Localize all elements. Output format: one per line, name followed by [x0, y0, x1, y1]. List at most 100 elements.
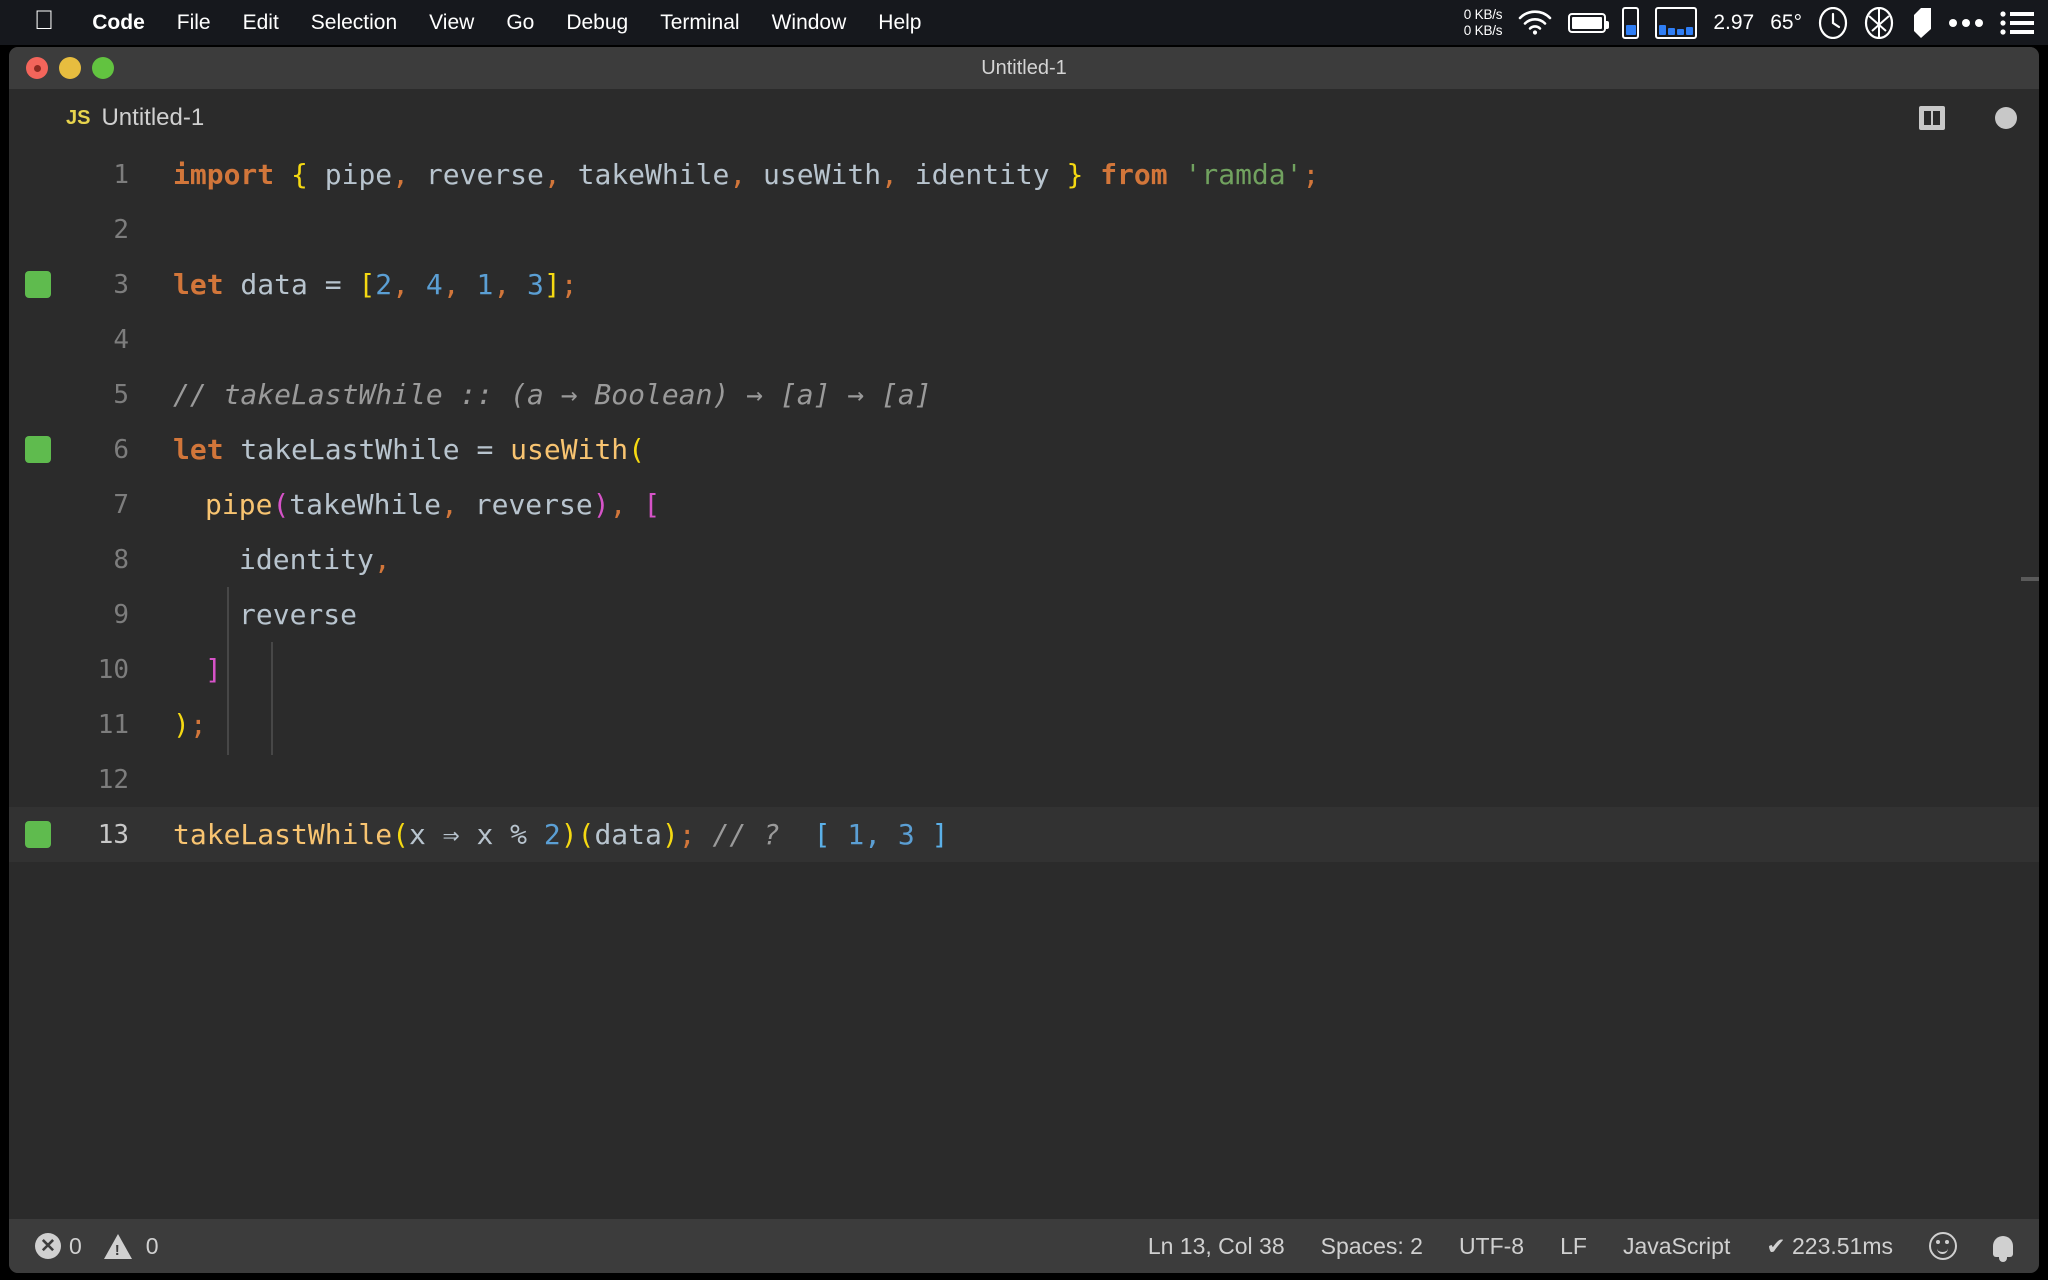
code-line-11[interactable]: 11 );: [9, 697, 2039, 752]
line-number: 12: [97, 764, 129, 795]
code-line-6[interactable]: 6 let takeLastWhile = useWith(: [9, 422, 2039, 477]
line-number: 11: [97, 709, 129, 740]
code-line-1[interactable]: 1 import { pipe, reverse, takeWhile, use…: [9, 147, 2039, 202]
token-identifier: takeWhile: [289, 488, 442, 521]
code-line-5[interactable]: 5 // takeLastWhile :: (a → Boolean) → [a…: [9, 367, 2039, 422]
close-button[interactable]: [26, 57, 48, 79]
status-quokka-runtime[interactable]: ✔ 223.51ms: [1766, 1233, 1893, 1260]
line-content: );: [129, 708, 207, 741]
temperature-value[interactable]: 65°: [1770, 11, 1802, 35]
status-eol[interactable]: LF: [1560, 1233, 1587, 1260]
wifi-icon[interactable]: [1518, 10, 1552, 35]
line-content: pipe(takeWhile, reverse), [: [129, 488, 660, 521]
code-line-3[interactable]: 3 let data = [2, 4, 1, 3];: [9, 257, 2039, 312]
memory-meter-icon[interactable]: [1622, 6, 1640, 39]
token-paren: (: [577, 818, 595, 851]
token-semicolon: ;: [1302, 158, 1320, 191]
token-comment: // ?: [695, 818, 814, 851]
gauge-icon[interactable]: [1818, 6, 1848, 39]
line-number: 1: [113, 159, 129, 190]
split-editor-icon[interactable]: [1919, 106, 1945, 130]
token-identifier: data: [594, 818, 662, 851]
ellipsis-icon[interactable]: [1948, 17, 1984, 29]
smiley-icon[interactable]: [1929, 1232, 1957, 1260]
code-line-12[interactable]: 12: [9, 752, 2039, 807]
status-cursor-position[interactable]: Ln 13, Col 38: [1148, 1233, 1285, 1260]
token-identifier: takeWhile: [560, 158, 730, 191]
tab-untitled-1[interactable]: JS Untitled-1: [9, 89, 204, 147]
token-arrow-expression: x ⇒ x %: [409, 818, 544, 851]
editor-scrollbar[interactable]: [2021, 577, 2039, 581]
menu-item-terminal[interactable]: Terminal: [644, 0, 755, 45]
status-errors[interactable]: ✕ 0: [35, 1233, 82, 1260]
token-semicolon: ;: [560, 268, 578, 301]
token-number: 2: [375, 268, 393, 301]
menu-item-code[interactable]: Code: [76, 0, 161, 45]
menu-item-view[interactable]: View: [413, 0, 490, 45]
tab-label: Untitled-1: [101, 104, 205, 131]
token-number: 3: [510, 268, 544, 301]
status-encoding[interactable]: UTF-8: [1459, 1233, 1524, 1260]
line-content: takeLastWhile(x ⇒ x % 2)(data); // ? [ 1…: [129, 818, 949, 851]
token-identifier: data =: [223, 268, 359, 301]
code-line-4[interactable]: 4: [9, 312, 2039, 367]
network-speed-indicator[interactable]: 0 KB/s 0 KB/s: [1464, 7, 1503, 39]
code-editor[interactable]: 1 import { pipe, reverse, takeWhile, use…: [9, 147, 2039, 1219]
token-comma: ,: [442, 268, 460, 301]
token-paren: ): [592, 488, 610, 521]
token-comma: ,: [609, 488, 627, 521]
token-semicolon: ;: [189, 708, 207, 741]
cpu-histogram-icon[interactable]: [1655, 6, 1698, 39]
token-comma: ,: [543, 158, 561, 191]
line-number: 9: [113, 599, 129, 630]
aperture-icon[interactable]: [1864, 6, 1894, 39]
menu-item-window[interactable]: Window: [756, 0, 863, 45]
token-paren: (: [392, 818, 410, 851]
menu-item-help[interactable]: Help: [862, 0, 937, 45]
list-icon[interactable]: [2000, 10, 2034, 36]
quokka-indicator-icon: [25, 436, 51, 463]
battery-icon[interactable]: [1568, 12, 1610, 33]
token-comma: ,: [373, 543, 391, 576]
token-comma: ,: [881, 158, 898, 191]
token-comma: ,: [729, 158, 747, 191]
token-paren: ): [173, 708, 190, 741]
token-number: 1: [459, 268, 494, 301]
token-comma: ,: [493, 268, 511, 301]
line-content: reverse: [129, 598, 357, 631]
zoom-button[interactable]: [92, 57, 114, 79]
system-load-value[interactable]: 2.97: [1713, 11, 1754, 35]
token-comma: ,: [392, 268, 410, 301]
token-identifier: reverse: [409, 158, 544, 191]
menu-item-edit[interactable]: Edit: [227, 0, 295, 45]
code-line-7[interactable]: 7 pipe(takeWhile, reverse), [: [9, 477, 2039, 532]
code-line-10[interactable]: 10 ]: [9, 642, 2039, 697]
status-warnings[interactable]: 0: [103, 1233, 159, 1260]
line-number: 4: [113, 324, 129, 355]
token-identifier: useWith: [746, 158, 882, 191]
apple-logo-icon[interactable]: : [34, 7, 54, 34]
code-line-8[interactable]: 8 identity,: [9, 532, 2039, 587]
menu-item-file[interactable]: File: [161, 0, 227, 45]
code-line-13[interactable]: 13 takeLastWhile(x ⇒ x % 2)(data); // ? …: [9, 807, 2039, 862]
menu-item-go[interactable]: Go: [490, 0, 550, 45]
menu-item-selection[interactable]: Selection: [295, 0, 413, 45]
shield-icon[interactable]: [1910, 7, 1932, 39]
token-identifier: identity: [897, 158, 1067, 191]
unsaved-dot-icon[interactable]: [1995, 107, 2017, 129]
line-number: 3: [113, 269, 129, 300]
code-line-2[interactable]: 2: [9, 202, 2039, 257]
bell-icon[interactable]: [1993, 1235, 2013, 1262]
status-language-mode[interactable]: JavaScript: [1623, 1233, 1730, 1260]
code-line-9[interactable]: 9 reverse: [9, 587, 2039, 642]
status-indentation[interactable]: Spaces: 2: [1321, 1233, 1423, 1260]
network-download-speed: 0 KB/s: [1463, 22, 1503, 38]
minimize-button[interactable]: [59, 57, 81, 79]
menu-item-debug[interactable]: Debug: [550, 0, 644, 45]
unsaved-changes-dot-icon: [33, 64, 41, 72]
token-result-values: 1, 3: [830, 818, 932, 851]
token-paren: (: [272, 488, 290, 521]
window-title: Untitled-1: [981, 56, 1067, 79]
